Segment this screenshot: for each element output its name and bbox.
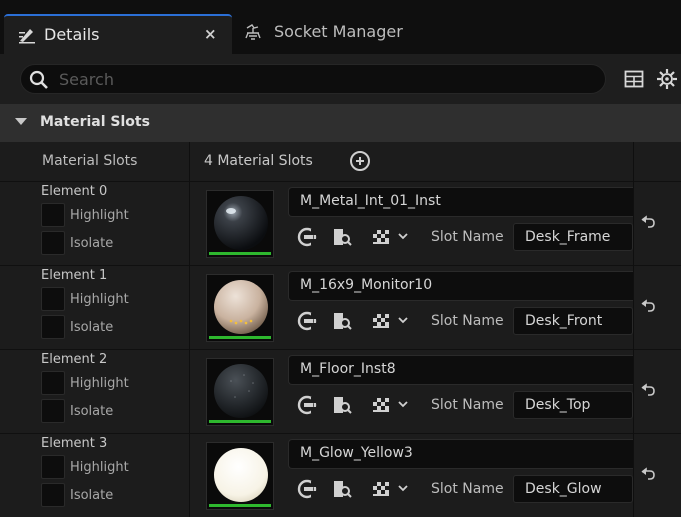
reset-arrow-icon[interactable] — [640, 467, 656, 483]
element-label: Element 1 — [41, 268, 108, 283]
search-row — [0, 54, 681, 104]
isolate-label: Isolate — [70, 320, 114, 335]
checker-icon[interactable] — [370, 310, 392, 332]
isolate-checkbox[interactable] — [41, 231, 65, 255]
browse-arrow-icon[interactable] — [296, 394, 318, 416]
asset-type-bar — [209, 252, 271, 255]
material-thumbnail[interactable] — [206, 442, 274, 510]
element-row: Element 3 Highlight Isolate M_Glow_Yello… — [0, 434, 681, 517]
slot-name-input[interactable]: Desk_Front — [513, 307, 633, 335]
slot-name-value: Desk_Glow — [525, 481, 602, 497]
search-icon — [29, 70, 48, 89]
socket-icon — [245, 24, 261, 40]
browse-arrow-icon[interactable] — [296, 310, 318, 332]
highlight-checkbox[interactable] — [41, 455, 65, 479]
material-picker[interactable]: M_Glow_Yellow3 — [288, 439, 634, 469]
slot-name-value: Desk_Front — [525, 313, 603, 329]
sphere-floor-preview — [214, 364, 268, 418]
sphere-metal-preview — [214, 196, 268, 250]
reset-arrow-icon[interactable] — [640, 383, 656, 399]
material-name: M_Floor_Inst8 — [300, 361, 396, 377]
element-label: Element 0 — [41, 184, 108, 199]
table-icon[interactable] — [624, 70, 644, 88]
material-picker[interactable]: M_Floor_Inst8 — [288, 355, 634, 385]
highlight-checkbox[interactable] — [41, 203, 65, 227]
element-row: Element 0 Highlight Isolate M_Metal_Int_… — [0, 182, 681, 266]
isolate-checkbox[interactable] — [41, 315, 65, 339]
tab-details[interactable]: Details × — [4, 14, 232, 54]
tab-socket-manager-label: Socket Manager — [274, 22, 403, 41]
highlight-checkbox[interactable] — [41, 287, 65, 311]
search-box[interactable] — [20, 64, 606, 94]
highlight-checkbox[interactable] — [41, 371, 65, 395]
asset-type-bar — [209, 504, 271, 507]
asset-type-bar — [209, 336, 271, 339]
close-icon[interactable]: × — [204, 25, 217, 43]
material-picker[interactable]: M_16x9_Monitor10 — [288, 271, 634, 301]
tab-bar: Details × Socket Manager — [0, 0, 681, 54]
material-name: M_Metal_Int_01_Inst — [300, 193, 441, 209]
browse-arrow-icon[interactable] — [296, 226, 318, 248]
category-header[interactable]: Material Slots — [0, 104, 681, 142]
slot-name-input[interactable]: Desk_Glow — [513, 475, 633, 503]
material-name: M_Glow_Yellow3 — [300, 445, 413, 461]
find-in-browser-icon[interactable] — [331, 478, 353, 500]
gear-icon[interactable] — [655, 68, 679, 90]
element-row: Element 1 Highlight Isolate M_16x9_Monit… — [0, 266, 681, 350]
isolate-label: Isolate — [70, 236, 114, 251]
isolate-checkbox[interactable] — [41, 483, 65, 507]
add-icon[interactable] — [350, 151, 370, 171]
tab-details-label: Details — [44, 25, 100, 44]
browse-arrow-icon[interactable] — [296, 478, 318, 500]
details-icon — [19, 29, 35, 44]
isolate-checkbox[interactable] — [41, 399, 65, 423]
chevron-down-icon[interactable] — [398, 231, 408, 241]
material-slots-label: Material Slots — [42, 153, 138, 169]
slot-name-value: Desk_Top — [525, 397, 591, 413]
slot-name-label: Slot Name — [431, 313, 504, 329]
reset-arrow-icon[interactable] — [640, 215, 656, 231]
element-label: Element 2 — [41, 352, 108, 367]
slot-name-input[interactable]: Desk_Top — [513, 391, 633, 419]
highlight-label: Highlight — [70, 460, 129, 475]
highlight-label: Highlight — [70, 376, 129, 391]
material-thumbnail[interactable] — [206, 274, 274, 342]
slot-name-label: Slot Name — [431, 397, 504, 413]
highlight-label: Highlight — [70, 208, 129, 223]
sphere-glow-preview — [214, 448, 268, 502]
isolate-label: Isolate — [70, 404, 114, 419]
material-name: M_16x9_Monitor10 — [300, 277, 433, 293]
slot-name-input[interactable]: Desk_Frame — [513, 223, 633, 251]
find-in-browser-icon[interactable] — [331, 310, 353, 332]
checker-icon[interactable] — [370, 478, 392, 500]
material-picker[interactable]: M_Metal_Int_01_Inst — [288, 187, 634, 217]
search-input[interactable] — [59, 68, 579, 90]
chevron-down-icon[interactable] — [398, 315, 408, 325]
highlight-label: Highlight — [70, 292, 129, 307]
element-row: Element 2 Highlight Isolate M_Floor_Inst… — [0, 350, 681, 434]
column-divider — [633, 142, 634, 517]
slot-name-label: Slot Name — [431, 229, 504, 245]
column-divider[interactable] — [189, 142, 190, 517]
find-in-browser-icon[interactable] — [331, 394, 353, 416]
sphere-monitor-preview — [214, 280, 268, 334]
element-label: Element 3 — [41, 436, 108, 451]
isolate-label: Isolate — [70, 488, 114, 503]
slot-name-value: Desk_Frame — [525, 229, 611, 245]
material-slots-count: 4 Material Slots — [204, 153, 313, 169]
asset-type-bar — [209, 420, 271, 423]
chevron-down-icon[interactable] — [398, 399, 408, 409]
chevron-down-icon[interactable] — [398, 483, 408, 493]
category-label: Material Slots — [40, 114, 150, 130]
find-in-browser-icon[interactable] — [331, 226, 353, 248]
checker-icon[interactable] — [370, 394, 392, 416]
checker-icon[interactable] — [370, 226, 392, 248]
expand-arrow-icon[interactable] — [15, 118, 27, 125]
reset-arrow-icon[interactable] — [640, 299, 656, 315]
material-slots-row: Material Slots 4 Material Slots — [0, 142, 681, 182]
material-thumbnail[interactable] — [206, 358, 274, 426]
material-thumbnail[interactable] — [206, 190, 274, 258]
slot-name-label: Slot Name — [431, 481, 504, 497]
